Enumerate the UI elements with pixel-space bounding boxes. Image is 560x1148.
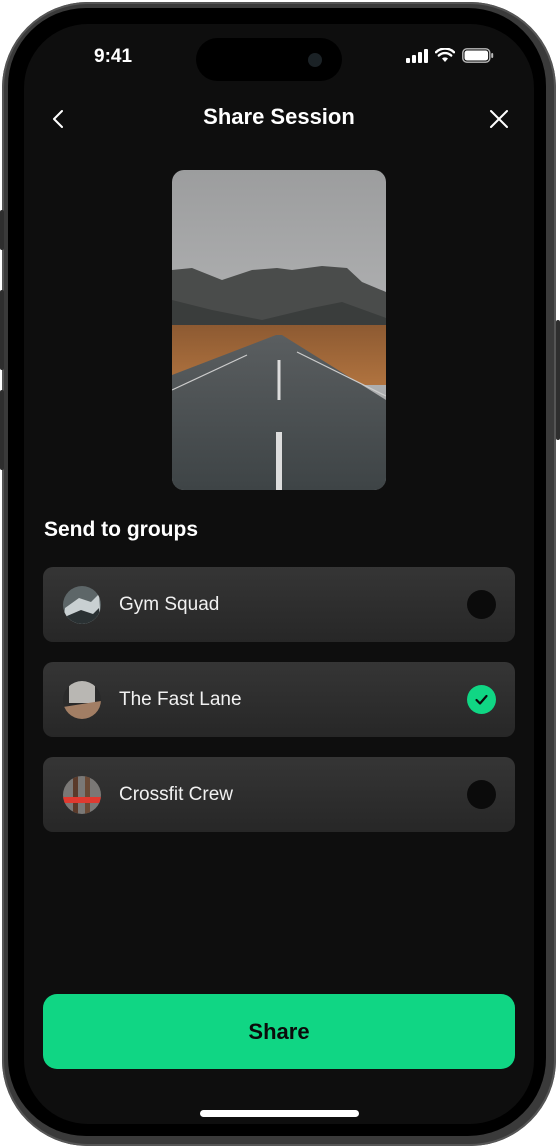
status-time: 9:41 (94, 46, 133, 67)
session-preview-image (172, 170, 386, 490)
status-icons (406, 48, 494, 63)
power-button (556, 320, 560, 440)
page-title: Share Session (203, 104, 355, 129)
wifi-icon (435, 48, 455, 62)
select-radio[interactable] (467, 590, 496, 619)
group-name: Crossfit Crew (119, 784, 234, 805)
group-item-the-fast-lane[interactable]: The Fast Lane (43, 662, 515, 737)
close-button[interactable] (486, 106, 512, 132)
volume-up-button (0, 290, 4, 370)
select-radio-checked[interactable] (467, 685, 496, 714)
group-list: Gym Squad The Fast Lane Crossfit Crew (43, 567, 515, 852)
checkmark-icon (475, 694, 488, 705)
section-title: Send to groups (44, 518, 198, 541)
avatar (63, 681, 101, 719)
group-item-crossfit-crew[interactable]: Crossfit Crew (43, 757, 515, 832)
group-item-gym-squad[interactable]: Gym Squad (43, 567, 515, 642)
avatar (63, 586, 101, 624)
volume-down-button (0, 390, 4, 470)
cellular-signal-icon (406, 48, 428, 63)
close-icon (490, 110, 508, 128)
share-button[interactable]: Share (43, 994, 515, 1069)
group-name: Gym Squad (119, 594, 220, 615)
home-indicator[interactable] (200, 1110, 359, 1117)
screen: 9:41 Share Session Send to groups Gym Sq… (24, 24, 534, 1124)
battery-icon (462, 48, 494, 63)
side-button (0, 210, 4, 250)
avatar (63, 776, 101, 814)
camera-icon (308, 53, 322, 67)
dynamic-island (196, 38, 342, 81)
group-name: The Fast Lane (119, 689, 242, 710)
select-radio[interactable] (467, 780, 496, 809)
